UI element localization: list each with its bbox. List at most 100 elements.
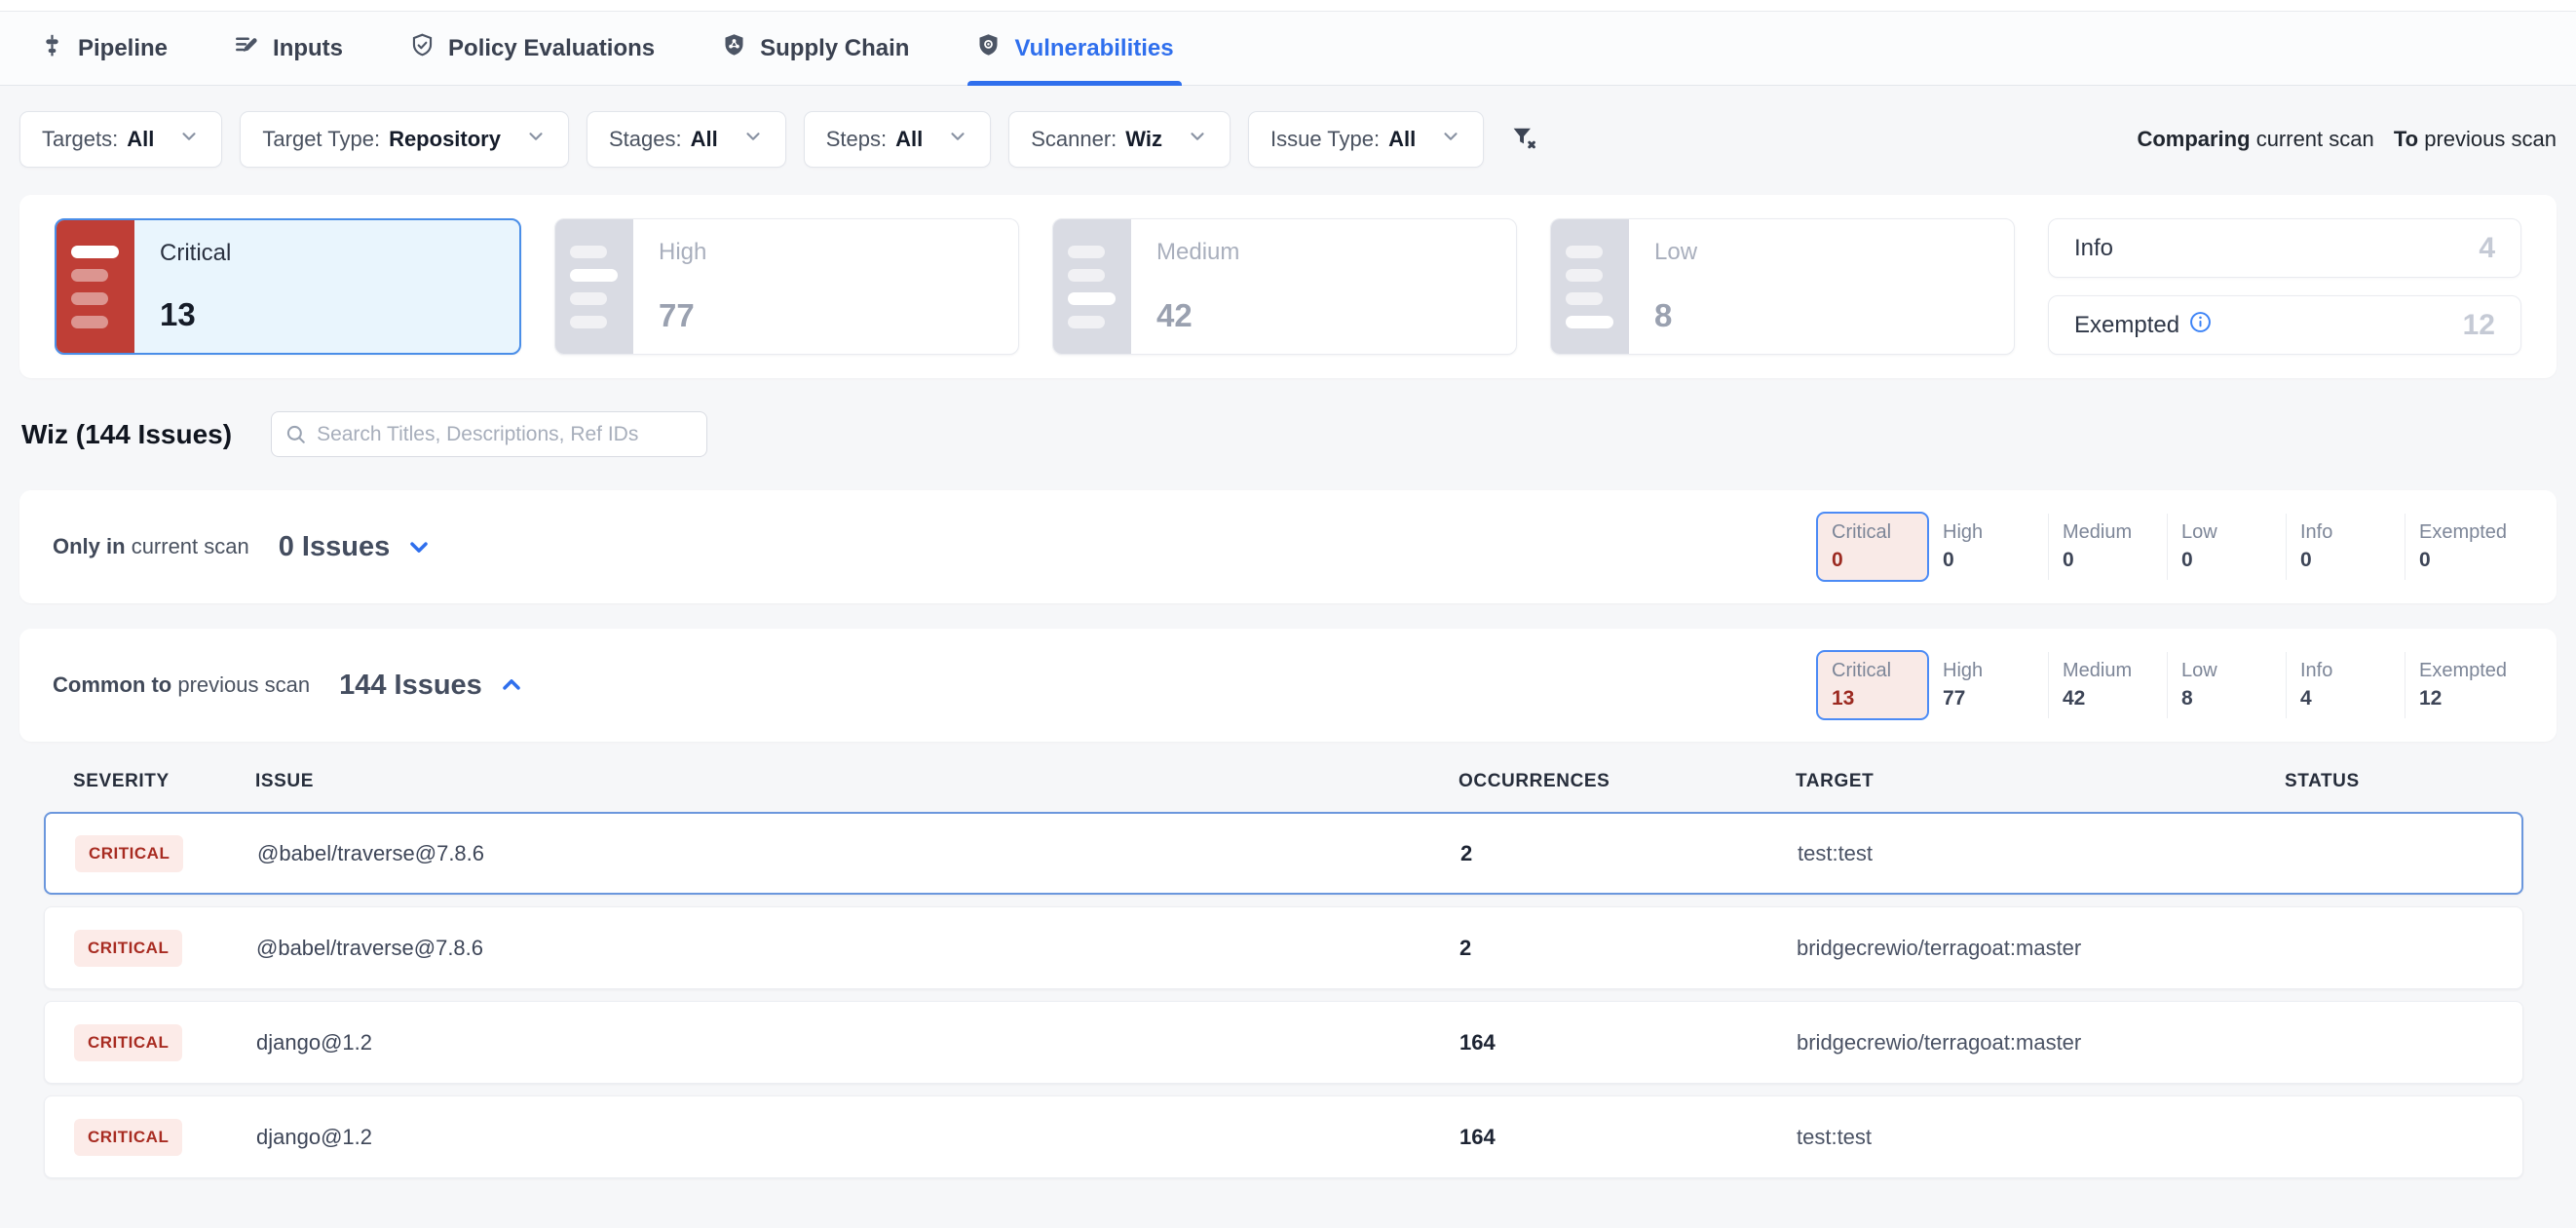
section-title: Only in current scan — [53, 534, 249, 559]
severity-card-exempted[interactable]: Exempted 12 — [2048, 295, 2521, 355]
severity-badge: CRITICAL — [74, 930, 182, 967]
tab-vulnerabilities[interactable]: Vulnerabilities — [975, 12, 1173, 85]
filter-bar: Targets: All Target Type: Repository Sta… — [19, 111, 2557, 168]
filter-scanner[interactable]: Scanner: Wiz — [1008, 111, 1231, 168]
severity-gauge-icon — [57, 220, 134, 353]
table-row[interactable]: CRITICAL django@1.2 164 bridgecrewio/ter… — [44, 1001, 2523, 1084]
table-row[interactable]: CRITICAL django@1.2 164 test:test — [44, 1095, 2523, 1178]
occurrences-cell: 164 — [1459, 1125, 1797, 1150]
severity-card-critical[interactable]: Critical 13 — [55, 218, 521, 355]
table-row[interactable]: CRITICAL @babel/traverse@7.8.6 2 test:te… — [44, 812, 2523, 895]
pill-label: Exempted — [2419, 660, 2510, 682]
tab-inputs[interactable]: Inputs — [234, 12, 343, 85]
col-header-severity: SEVERITY — [73, 771, 255, 792]
pill-value: 13 — [1832, 687, 1913, 710]
tab-policy-evaluations[interactable]: Policy Evaluations — [409, 12, 655, 85]
section-common-to-previous-scan: Common to previous scan 144 Issues Criti… — [19, 629, 2557, 742]
issues-table: SEVERITY ISSUE OCCURRENCES TARGET STATUS… — [44, 742, 2523, 1178]
severity-badge: CRITICAL — [74, 1024, 182, 1061]
card-label: High — [659, 239, 993, 266]
chevron-down-icon — [163, 126, 200, 153]
pill-exempted[interactable]: Exempted 12 — [2405, 652, 2523, 718]
chevron-down-icon[interactable] — [405, 533, 433, 560]
severity-card-medium[interactable]: Medium 42 — [1052, 218, 1517, 355]
card-value: 12 — [2463, 309, 2495, 342]
filter-value: All — [127, 127, 154, 152]
info-circle-icon[interactable] — [2189, 311, 2212, 340]
section-toggle[interactable]: Only in current scan 0 Issues — [53, 531, 433, 563]
pill-label: Low — [2181, 660, 2272, 682]
filter-target-type[interactable]: Target Type: Repository — [240, 111, 569, 168]
severity-badge: CRITICAL — [75, 835, 183, 872]
card-value: 8 — [1654, 297, 1989, 334]
filter-label: Stages: — [609, 127, 682, 152]
shield-network-icon — [721, 32, 747, 65]
pill-info[interactable]: Info 0 — [2286, 514, 2405, 580]
pill-label: Exempted — [2419, 521, 2510, 544]
occurrences-cell: 164 — [1459, 1030, 1797, 1055]
filter-steps[interactable]: Steps: All — [804, 111, 992, 168]
clear-filters-button[interactable] — [1509, 123, 1538, 157]
pill-info[interactable]: Info 4 — [2286, 652, 2405, 718]
pill-high[interactable]: High 77 — [1929, 652, 2048, 718]
filter-targets[interactable]: Targets: All — [19, 111, 222, 168]
filter-value: Wiz — [1125, 127, 1162, 152]
filter-label: Target Type: — [262, 127, 380, 152]
issue-cell: django@1.2 — [256, 1030, 1459, 1055]
inputs-icon — [234, 32, 260, 65]
card-value: 4 — [2479, 232, 2495, 265]
pill-high[interactable]: High 0 — [1929, 514, 2048, 580]
severity-card-info[interactable]: Info 4 — [2048, 218, 2521, 278]
funnel-x-icon — [1509, 123, 1538, 157]
pill-value: 4 — [2300, 687, 2391, 710]
search-input[interactable] — [271, 411, 707, 457]
filter-label: Targets: — [42, 127, 118, 152]
pill-critical[interactable]: Critical 13 — [1816, 650, 1929, 720]
filter-value: All — [691, 127, 718, 152]
pill-label: Low — [2181, 521, 2272, 544]
severity-card-low[interactable]: Low 8 — [1550, 218, 2015, 355]
col-header-target: TARGET — [1796, 771, 2285, 792]
chevron-down-icon — [727, 126, 764, 153]
section-only-in-current-scan: Only in current scan 0 Issues Critical 0… — [19, 490, 2557, 603]
card-label: Medium — [1156, 239, 1491, 266]
comparing-previous: previous scan — [2424, 127, 2557, 151]
pill-critical[interactable]: Critical 0 — [1816, 512, 1929, 582]
severity-badge: CRITICAL — [74, 1119, 182, 1156]
card-body: Critical 13 — [134, 220, 519, 353]
filter-issue-type[interactable]: Issue Type: All — [1248, 111, 1484, 168]
card-body: High 77 — [633, 219, 1018, 354]
section-count: 0 Issues — [279, 531, 390, 563]
pill-value: 8 — [2181, 687, 2272, 710]
issue-cell: @babel/traverse@7.8.6 — [256, 936, 1459, 961]
filter-stages[interactable]: Stages: All — [587, 111, 786, 168]
severity-card-high[interactable]: High 77 — [554, 218, 1019, 355]
side-cards-column: Info 4 Exempted 12 — [2048, 218, 2521, 355]
comparing-bold: Comparing — [2137, 127, 2250, 151]
pill-low[interactable]: Low 0 — [2167, 514, 2286, 580]
window-top-strip — [0, 0, 2576, 12]
issue-cell: django@1.2 — [256, 1125, 1459, 1150]
severity-gauge-icon — [1551, 219, 1629, 354]
pill-label: Info — [2300, 521, 2391, 544]
severity-gauge-icon — [1053, 219, 1131, 354]
pipeline-icon — [39, 32, 65, 65]
section-toggle[interactable]: Common to previous scan 144 Issues — [53, 670, 525, 702]
table-row[interactable]: CRITICAL @babel/traverse@7.8.6 2 bridgec… — [44, 906, 2523, 989]
tab-supply-chain[interactable]: Supply Chain — [721, 12, 909, 85]
pill-medium[interactable]: Medium 0 — [2048, 514, 2167, 580]
chevron-down-icon — [1171, 126, 1208, 153]
chevron-up-icon[interactable] — [498, 672, 525, 699]
pill-low[interactable]: Low 8 — [2167, 652, 2286, 718]
pill-value: 77 — [1943, 687, 2034, 710]
chevron-down-icon — [510, 126, 547, 153]
chevron-down-icon — [1424, 126, 1461, 153]
pill-value: 12 — [2419, 687, 2510, 710]
col-header-status: STATUS — [2285, 771, 2523, 792]
scanner-heading: Wiz (144 Issues) — [21, 419, 232, 450]
pill-exempted[interactable]: Exempted 0 — [2405, 514, 2523, 580]
tab-pipeline[interactable]: Pipeline — [39, 12, 168, 85]
card-label: Info — [2074, 235, 2113, 262]
pill-value: 0 — [2181, 549, 2272, 572]
pill-medium[interactable]: Medium 42 — [2048, 652, 2167, 718]
